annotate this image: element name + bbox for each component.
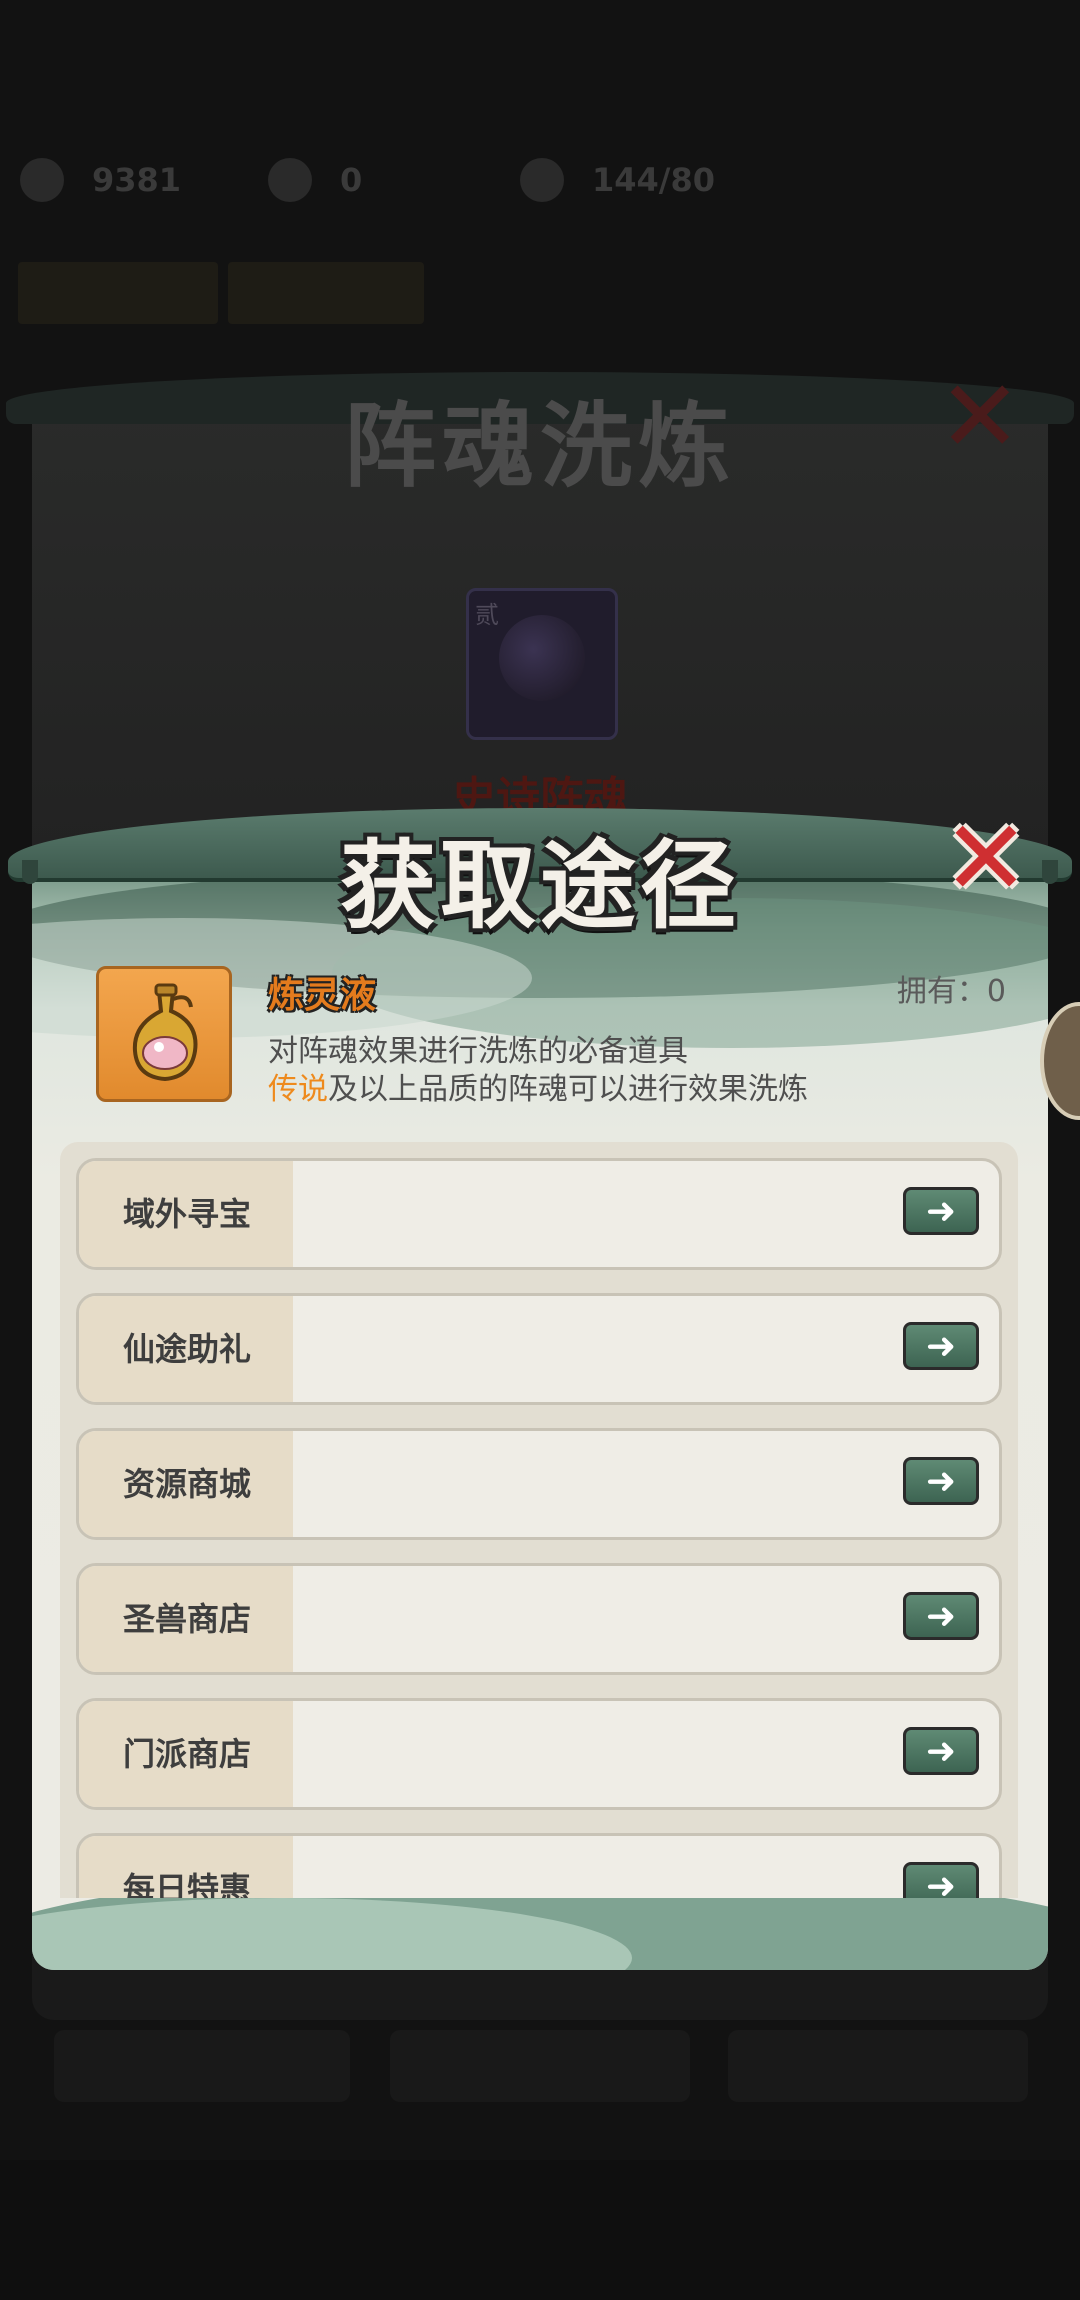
background-character-strip bbox=[0, 2160, 1080, 2300]
dialog-title: 获取途径 bbox=[340, 829, 740, 942]
source-list[interactable]: 域外寻宝 ➜ 仙途助礼 ➜ 资源商城 ➜ 圣兽商店 ➜ 门派商店 ➜ 每日特惠 … bbox=[60, 1142, 1018, 1898]
resource-gems: 9381 bbox=[20, 150, 181, 210]
item-icon bbox=[96, 966, 232, 1102]
requirement-text: 及以上品质的阵魂可以进行效果洗炼 bbox=[328, 1072, 808, 1107]
source-label: 每日特惠 bbox=[123, 1870, 252, 1898]
go-button[interactable]: ➜ bbox=[903, 1322, 979, 1370]
arrow-right-icon: ➜ bbox=[925, 1325, 957, 1367]
background-tab bbox=[228, 262, 424, 324]
background-button bbox=[390, 2030, 690, 2102]
close-icon: ✕ bbox=[942, 797, 1030, 919]
item-requirement: 传说及以上品质的阵魂可以进行效果洗炼 bbox=[268, 1064, 808, 1108]
stamina-icon bbox=[520, 158, 564, 202]
gem-icon bbox=[20, 158, 64, 202]
background-button bbox=[728, 2030, 1028, 2102]
arrow-right-icon: ➜ bbox=[925, 1730, 957, 1772]
potion-flask-icon bbox=[132, 983, 198, 1082]
source-label: 仙途助礼 bbox=[123, 1330, 252, 1368]
arrow-right-icon: ➜ bbox=[925, 1865, 957, 1899]
resource-stamina: 144/80 bbox=[520, 150, 715, 210]
arrow-right-icon: ➜ bbox=[925, 1190, 957, 1232]
background-item-icon: 贰 bbox=[466, 588, 618, 740]
source-row-meiri-tehui[interactable]: 每日特惠 ➜ bbox=[76, 1833, 1002, 1898]
go-button[interactable]: ➜ bbox=[903, 1187, 979, 1235]
source-label: 门派商店 bbox=[123, 1735, 252, 1773]
arrow-right-icon: ➜ bbox=[925, 1595, 957, 1637]
background-tabbar bbox=[0, 262, 1080, 324]
go-button[interactable]: ➜ bbox=[903, 1727, 979, 1775]
resource-bar: 9381 0 144/80 bbox=[0, 150, 1080, 210]
spirit-icon bbox=[268, 158, 312, 202]
background-close-icon: ✕ bbox=[938, 358, 1022, 475]
close-button[interactable]: ✕ bbox=[936, 806, 1036, 910]
orb-icon bbox=[499, 615, 585, 701]
source-label: 圣兽商店 bbox=[123, 1600, 252, 1638]
source-row-xiantu-zhuli[interactable]: 仙途助礼 ➜ bbox=[76, 1293, 1002, 1405]
quality-highlight: 传说 bbox=[268, 1072, 328, 1107]
source-row-menpai-shangdian[interactable]: 门派商店 ➜ bbox=[76, 1698, 1002, 1810]
go-button[interactable]: ➜ bbox=[903, 1457, 979, 1505]
source-row-ziyuan-shangcheng[interactable]: 资源商城 ➜ bbox=[76, 1428, 1002, 1540]
resource-spirit-value: 0 bbox=[340, 161, 363, 199]
source-row-yuwai-xunbao[interactable]: 域外寻宝 ➜ bbox=[76, 1158, 1002, 1270]
resource-spirit: 0 bbox=[268, 150, 362, 210]
background-panel-title: 阵魂洗炼 bbox=[343, 392, 736, 500]
go-button[interactable]: ➜ bbox=[903, 1592, 979, 1640]
source-label: 域外寻宝 bbox=[123, 1195, 252, 1233]
source-row-shengshou-shangdian[interactable]: 圣兽商店 ➜ bbox=[76, 1563, 1002, 1675]
background-button bbox=[54, 2030, 350, 2102]
resource-stamina-value: 144/80 bbox=[592, 161, 716, 199]
resource-gems-value: 9381 bbox=[92, 161, 182, 199]
background-item-tag: 贰 bbox=[475, 601, 499, 629]
owned-count: 拥有：0 bbox=[896, 974, 1006, 1009]
go-button[interactable]: ➜ bbox=[903, 1862, 979, 1898]
item-name: 炼灵液 bbox=[268, 975, 377, 1016]
background-tab bbox=[18, 262, 218, 324]
arrow-right-icon: ➜ bbox=[925, 1460, 957, 1502]
source-label: 资源商城 bbox=[123, 1465, 252, 1503]
